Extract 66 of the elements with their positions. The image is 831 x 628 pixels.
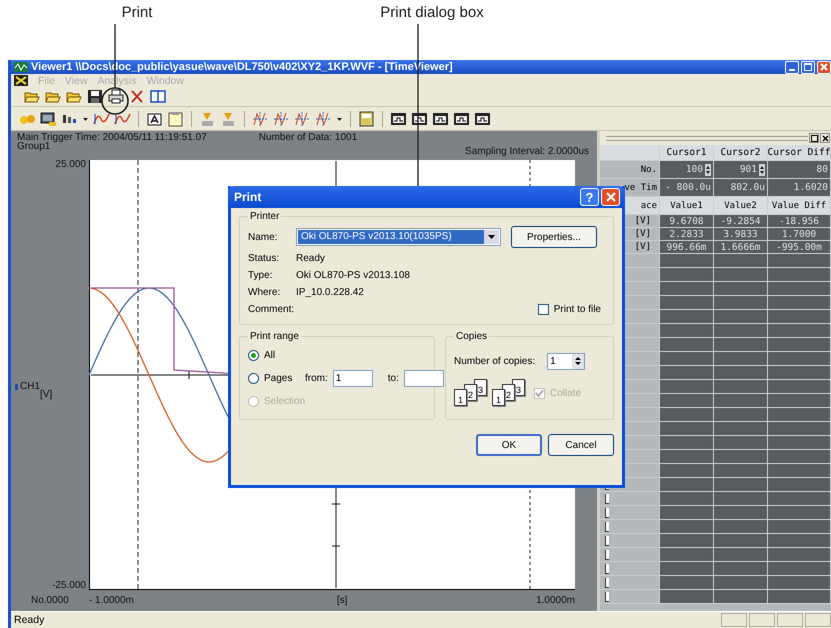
table-cell: 1.6020 <box>768 179 831 197</box>
copies-spinner[interactable]: 1 <box>547 352 586 370</box>
field-value: IP_10.0.228.42 <box>296 287 364 298</box>
field-label: Number of copies: <box>454 356 536 366</box>
column-header: Value1 <box>660 197 714 215</box>
column-header: Cursor Diff <box>768 145 831 161</box>
checkbox-label: Collate <box>550 388 582 398</box>
field-value: Oki OL870-PS v2013.108 <box>296 270 410 281</box>
data-count: Number of Data: 1001 <box>258 133 358 145</box>
callout-label: Print dialog box <box>380 4 484 21</box>
table-cell: 9.6708 <box>660 215 714 228</box>
from-page-field[interactable]: 1 <box>332 370 373 387</box>
axis-label: - 1.0000m <box>88 596 134 605</box>
table-cell: 1.6666m <box>714 241 768 254</box>
table-cell: 2.2833 <box>660 228 714 241</box>
table-cell: 3.9833 <box>714 228 768 241</box>
field-value: Ready <box>296 253 325 264</box>
field-label: to: <box>388 373 399 384</box>
group-label: Copies <box>455 331 488 342</box>
ok-button[interactable]: OK <box>476 434 542 456</box>
axis-unit: [s] <box>336 596 348 605</box>
properties-button[interactable]: Properties... <box>511 226 597 248</box>
table-cell: -18.956 <box>768 215 831 228</box>
field-label: from: <box>305 373 328 384</box>
axis-label: 25.000 <box>55 160 86 169</box>
column-header: Cursor2 <box>714 145 768 161</box>
table-cell: -9.2854 <box>714 215 768 228</box>
radio-label: Pages <box>264 372 294 385</box>
table-cell: 996.66m <box>660 241 714 254</box>
table-cell: -995.00m <box>768 241 831 254</box>
unit-label: [V] <box>40 390 52 398</box>
group-label: Print range <box>249 331 300 342</box>
field-label: Name: <box>248 232 278 242</box>
column-header: Cursor1 <box>660 145 714 161</box>
sampling-interval: Sampling Interval: 2.0000us <box>465 147 589 156</box>
field-label: Type: <box>248 270 274 281</box>
row-label: No. <box>600 161 660 179</box>
field-label: Status: <box>248 253 280 264</box>
table-cell: - 800.0u <box>660 179 714 197</box>
table-cell: 802.0u <box>714 179 768 197</box>
cancel-button[interactable]: Cancel <box>548 434 614 456</box>
help-button[interactable]: ? <box>580 188 599 206</box>
checkbox-label: Print to file <box>554 304 601 315</box>
axis-label: -25.000 <box>52 581 86 590</box>
axis-label: 1.0000m <box>536 596 575 605</box>
trigger-time: Main Trigger Time: 2004/05/11 11:19:51.07 <box>17 133 207 142</box>
callout-label: Print <box>122 4 152 21</box>
table-cell: 1.7000 <box>768 228 831 241</box>
sample-number: No.0000 <box>31 596 69 605</box>
table-cell: 80 <box>768 161 831 179</box>
field-label: Where: <box>248 287 282 298</box>
column-header: Value2 <box>714 197 768 215</box>
field-label: Comment: <box>248 304 296 315</box>
group-label: Group1 <box>17 142 50 151</box>
dialog-title: Print <box>234 190 262 204</box>
radio-label: Selection <box>264 395 306 408</box>
column-header: Value Diff <box>768 197 831 215</box>
page-number: 1 <box>454 389 467 406</box>
page-number: 1 <box>492 389 505 406</box>
group-label: Printer <box>249 211 280 222</box>
channel-label: CH1 <box>20 382 40 390</box>
status-text: Ready <box>14 614 44 626</box>
printer-dropdown[interactable]: Oki OL870-PS v2013.10(1035PS) <box>296 228 501 246</box>
table-cell: 100 <box>660 161 714 179</box>
radio-label: All <box>264 349 276 362</box>
table-cell: 901 <box>714 161 768 179</box>
